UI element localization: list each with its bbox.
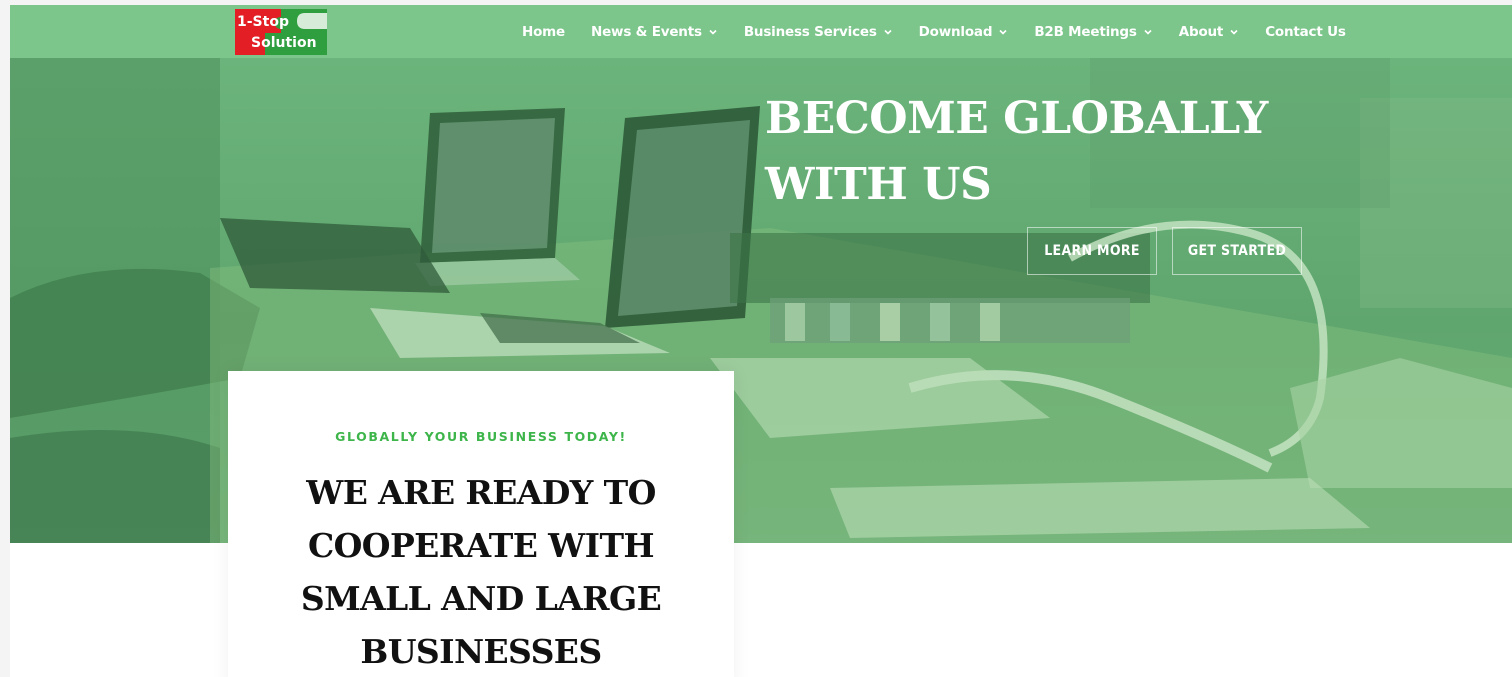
- nav-business-services-label: Business Services: [743, 23, 877, 40]
- intro-title-line-1: WE ARE READY TO: [306, 473, 656, 512]
- intro-title-line-4: BUSINESSES: [360, 632, 602, 671]
- main-nav: Home News & Events Business Services Dow…: [522, 5, 1372, 58]
- intro-title-line-2: COOPERATE WITH: [308, 526, 655, 565]
- chevron-down-icon: [999, 29, 1007, 35]
- intro-title: WE ARE READY TO COOPERATE WITH SMALL AND…: [268, 466, 694, 677]
- nav-download-label: Download: [918, 23, 993, 40]
- window-left-edge: [0, 0, 10, 677]
- nav-home[interactable]: Home: [522, 24, 565, 40]
- get-started-button[interactable]: GET STARTED: [1172, 227, 1302, 275]
- nav-download[interactable]: Download: [919, 24, 1009, 40]
- nav-about[interactable]: About: [1179, 24, 1239, 40]
- svg-text:Solution: Solution: [251, 35, 317, 51]
- chevron-down-icon: [884, 29, 892, 35]
- learn-more-button[interactable]: LEARN MORE: [1027, 227, 1157, 275]
- site-header: 1-Stop Solution Home News & Events Busin…: [10, 5, 1512, 58]
- nav-news-events[interactable]: News & Events: [591, 24, 718, 40]
- chevron-down-icon: [1230, 29, 1238, 35]
- nav-home-label: Home: [522, 23, 565, 40]
- site-logo[interactable]: 1-Stop Solution: [235, 9, 327, 55]
- intro-title-line-3: SMALL AND LARGE: [300, 579, 662, 618]
- hero-title-line-2: WITH US: [765, 159, 992, 210]
- nav-contact-us[interactable]: Contact Us: [1265, 24, 1346, 40]
- logo-graphic: 1-Stop Solution: [235, 9, 327, 55]
- hero-title-line-1: BECOME GLOBALLY: [765, 93, 1268, 144]
- nav-b2b-meetings-label: B2B Meetings: [1034, 23, 1137, 40]
- nav-business-services[interactable]: Business Services: [744, 24, 893, 40]
- nav-about-label: About: [1178, 23, 1224, 40]
- nav-b2b-meetings[interactable]: B2B Meetings: [1034, 24, 1152, 40]
- page: 1-Stop Solution Home News & Events Busin…: [10, 5, 1512, 677]
- hero-title: BECOME GLOBALLY WITH US: [765, 86, 1285, 218]
- nav-news-events-label: News & Events: [591, 23, 702, 40]
- nav-contact-us-label: Contact Us: [1265, 23, 1346, 40]
- chevron-down-icon: [1144, 29, 1152, 35]
- chevron-down-icon: [709, 29, 717, 35]
- intro-card: GLOBALLY YOUR BUSINESS TODAY! WE ARE REA…: [228, 371, 734, 677]
- svg-text:1-Stop: 1-Stop: [237, 14, 289, 30]
- intro-kicker: GLOBALLY YOUR BUSINESS TODAY!: [335, 429, 627, 444]
